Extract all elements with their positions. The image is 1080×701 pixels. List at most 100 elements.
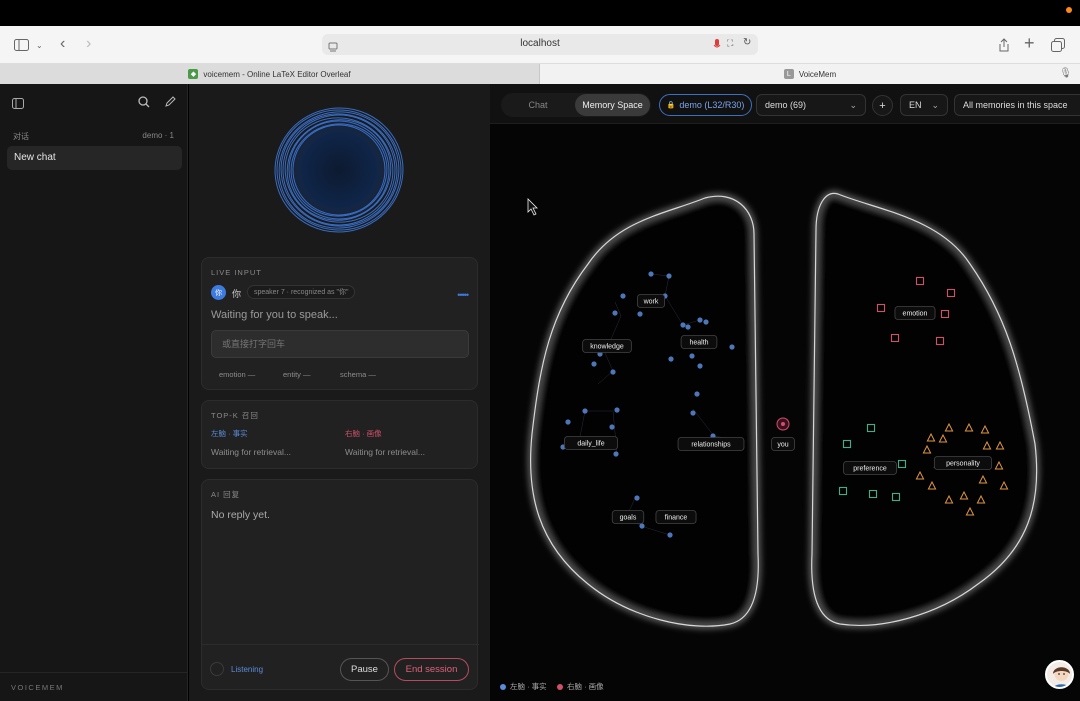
section-meta: demo · 1 (142, 131, 174, 140)
microphone-icon[interactable] (713, 38, 721, 56)
memory-node[interactable] (610, 369, 616, 375)
category-label-you[interactable]: you (771, 437, 795, 451)
chevron-down-icon[interactable]: ⌄ (36, 35, 43, 55)
search-icon[interactable] (138, 95, 150, 113)
memory-node[interactable] (729, 344, 735, 350)
memory-node[interactable] (690, 410, 696, 416)
right-dot-icon (557, 683, 563, 690)
speaker-meta-badge: speaker 7 · recognized as "你" (247, 285, 356, 299)
tab-audio-icon[interactable]: 🎙 (1059, 68, 1072, 79)
memory-node[interactable] (666, 273, 672, 279)
reload-icon[interactable]: ↻ (743, 37, 751, 48)
collapse-sidebar-icon[interactable] (12, 96, 24, 114)
memory-node[interactable] (639, 523, 645, 529)
memory-node[interactable] (668, 356, 674, 362)
brain-graph: work knowledge health daily_life relationshi… (527, 189, 1041, 630)
memory-node[interactable] (667, 532, 673, 538)
address-bar[interactable]: localhost ⛶ ↻ (322, 34, 758, 55)
new-tab-icon[interactable]: + (1024, 33, 1035, 53)
text-input[interactable] (211, 330, 469, 358)
share-icon[interactable] (998, 35, 1010, 55)
new-chat-item[interactable]: New chat (7, 146, 182, 170)
category-label-finance[interactable]: finance (655, 510, 697, 524)
memory-node[interactable] (648, 271, 654, 277)
edit-icon[interactable] (164, 95, 176, 113)
right-hemisphere (808, 189, 1041, 629)
category-label-work[interactable]: work (636, 294, 665, 308)
memory-node[interactable] (614, 407, 620, 413)
voice-panel: LIVE INPUT 你 你 speaker 7 · recognized as… (189, 84, 490, 701)
memory-node[interactable] (694, 391, 700, 397)
memory-node[interactable] (685, 324, 691, 330)
left-retrieval-status: Waiting for retrieval... (211, 447, 291, 457)
memory-node[interactable] (609, 424, 615, 430)
memory-node[interactable] (697, 317, 703, 323)
category-label-health[interactable]: health (680, 335, 718, 349)
listening-indicator-icon (210, 662, 224, 676)
add-space-button[interactable]: + (872, 95, 893, 116)
category-label-personality[interactable]: personality (933, 456, 993, 470)
ai-reply-text: No reply yet. (211, 509, 270, 521)
recording-indicator-icon (1066, 7, 1072, 13)
divider (0, 672, 188, 673)
legend-left-label: 左脑 · 事实 (510, 682, 547, 691)
tab-chat[interactable]: Chat (518, 94, 558, 116)
sidebar: 对话 demo · 1 New chat VOICEMEM (0, 84, 188, 701)
memory-node[interactable] (703, 319, 709, 325)
legend-left: 左脑 · 事实 (500, 681, 547, 692)
live-status: Waiting for you to speak... (211, 309, 338, 321)
sidebar-toggle-icon[interactable] (14, 35, 29, 55)
pause-button[interactable]: Pause (340, 658, 389, 681)
category-label-text: goals (620, 514, 637, 521)
speaker-avatar: 你 (211, 285, 226, 300)
tab-overleaf[interactable]: ◆ voicemem - Online LaTeX Editor Overlea… (0, 64, 540, 84)
scope-select[interactable]: All memories in this space (954, 94, 1080, 116)
category-label-text: you (777, 441, 788, 448)
translate-icon[interactable]: ⛶ (727, 38, 733, 49)
tab-title: voicemem - Online LaTeX Editor Overleaf (203, 69, 351, 79)
language-select[interactable]: EN ⌄ (900, 94, 948, 116)
scope-value: All memories in this space (963, 100, 1068, 110)
category-label-emotion[interactable]: emotion (894, 306, 936, 320)
memory-node[interactable] (613, 451, 619, 457)
category-label-goals[interactable]: goals (611, 510, 645, 524)
memory-node[interactable] (634, 495, 640, 501)
memory-space-panel: Chat Memory Space 🔒 demo (L32/R30) demo … (490, 84, 1080, 701)
listening-status: Listening (231, 665, 264, 674)
live-input-card: LIVE INPUT 你 你 speaker 7 · recognized as… (201, 257, 478, 390)
forward-icon[interactable]: › (86, 34, 91, 54)
url-text: localhost (520, 38, 560, 49)
divider (202, 644, 479, 645)
section-label: 对话 (13, 132, 29, 141)
ai-reply-card: AI 回复 No reply yet. Listening Pause End … (201, 479, 479, 690)
tab-strip: ◆ voicemem - Online LaTeX Editor Overlea… (0, 64, 1080, 84)
memory-node[interactable] (565, 419, 571, 425)
space-badge-label: demo (L32/R30) (679, 100, 745, 110)
memory-node[interactable] (612, 310, 618, 316)
tab-overview-icon[interactable] (1051, 35, 1065, 55)
memory-node[interactable] (689, 353, 695, 359)
more-icon[interactable]: ••••• (457, 290, 469, 300)
memory-node[interactable] (620, 293, 626, 299)
tab-voicemem[interactable]: L VoiceMem (540, 64, 1080, 84)
back-icon[interactable]: ‹ (60, 34, 65, 54)
memory-node[interactable] (680, 322, 686, 328)
chevron-down-icon: ⌄ (931, 99, 939, 110)
category-label-daily-life[interactable]: daily_life (564, 436, 618, 450)
end-session-button[interactable]: End session (394, 658, 469, 681)
space-select[interactable]: demo (69) ⌄ (756, 94, 866, 116)
you-node[interactable] (776, 417, 790, 431)
brand-label: VOICEMEM (11, 683, 64, 692)
tab-title: VoiceMem (798, 69, 837, 79)
space-badge[interactable]: 🔒 demo (L32/R30) (659, 94, 752, 116)
user-avatar[interactable] (1045, 660, 1074, 689)
category-label-relationships[interactable]: relationships (677, 437, 745, 451)
category-label-knowledge[interactable]: knowledge (582, 339, 632, 353)
tab-memory-space[interactable]: Memory Space (575, 94, 650, 116)
memory-node[interactable] (697, 363, 703, 369)
memory-node[interactable] (582, 408, 588, 414)
live-input-caption: LIVE INPUT (211, 268, 262, 277)
memory-node[interactable] (637, 311, 643, 317)
category-label-preference[interactable]: preference (843, 461, 897, 475)
memory-node[interactable] (591, 361, 597, 367)
